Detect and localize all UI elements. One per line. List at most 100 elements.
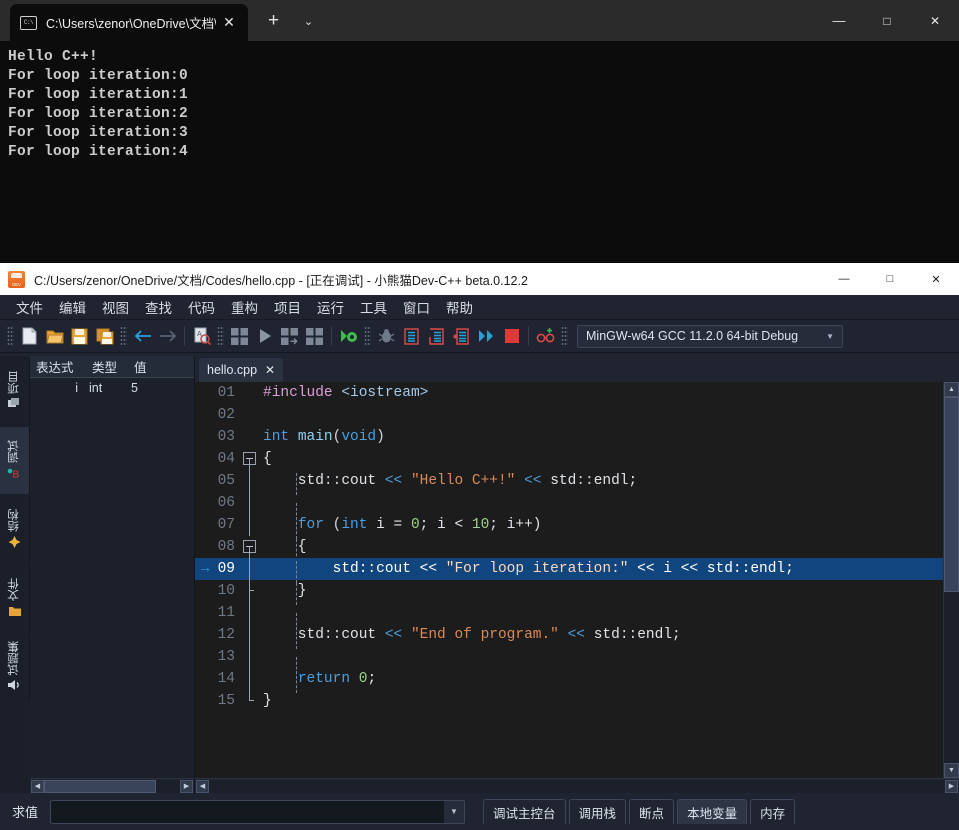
evaluate-combobox[interactable]: ▼ [50, 799, 466, 824]
scroll-track[interactable] [209, 779, 945, 793]
menu-view[interactable]: 视图 [94, 294, 137, 320]
fold-column[interactable] [241, 624, 259, 646]
toolbar-grip[interactable] [561, 326, 568, 346]
code-line[interactable]: 04 { [195, 448, 943, 470]
tab-breakpoints[interactable]: 断点 [629, 799, 675, 824]
watch-rows[interactable]: i int 5 [30, 378, 194, 778]
fold-column[interactable] [241, 690, 259, 712]
scroll-right-icon[interactable]: ▶ [945, 779, 958, 793]
watch-column-value[interactable]: 值 [128, 357, 194, 376]
fold-column[interactable] [241, 382, 259, 404]
scroll-track[interactable] [44, 779, 180, 793]
menu-run[interactable]: 运行 [309, 294, 352, 320]
fold-column[interactable] [241, 470, 259, 492]
code-line[interactable]: 11 [195, 602, 943, 635]
code-line[interactable]: 07 for (int i = 0; i < 10; i++) [195, 514, 943, 539]
back-button[interactable] [131, 325, 154, 348]
console-tab[interactable]: C:\ C:\Users\zenor\OneDrive\文档\ ✕ [10, 4, 248, 41]
new-tab-button[interactable]: + [260, 8, 287, 34]
close-icon[interactable]: ✕ [265, 363, 275, 377]
find-button[interactable]: A [190, 325, 213, 348]
step-into-button[interactable] [425, 325, 448, 348]
fold-column[interactable] [241, 492, 259, 514]
step-out-button[interactable] [450, 325, 473, 348]
close-icon[interactable]: ✕ [216, 10, 242, 36]
menu-help[interactable]: 帮助 [438, 294, 481, 320]
continue-button[interactable] [475, 325, 498, 348]
editor-vertical-scrollbar[interactable]: ▲ ▼ [943, 382, 959, 778]
sidebar-item-structure[interactable]: 结构 [0, 496, 30, 563]
console-close-button[interactable]: ✕ [911, 0, 959, 41]
scroll-thumb[interactable] [44, 779, 156, 793]
menu-window[interactable]: 窗口 [395, 294, 438, 320]
editor-horizontal-scrollbar[interactable]: ◀ ▶ [195, 778, 959, 793]
fold-column[interactable] [241, 514, 259, 536]
code-line[interactable]: 03 int main(void) [195, 426, 943, 448]
tab-hello-cpp[interactable]: hello.cpp ✕ [199, 358, 284, 382]
toolbar-grip[interactable] [7, 326, 14, 346]
table-row[interactable]: i int 5 [30, 378, 194, 398]
fold-column[interactable] [241, 558, 259, 580]
rebuild-gear-button[interactable] [337, 325, 360, 348]
stop-debug-button[interactable] [500, 325, 523, 348]
code-line[interactable]: 15} [195, 690, 943, 712]
sidebar-item-debug[interactable]: 调试 B [0, 427, 30, 494]
console-output[interactable]: Hello C++! For loop iteration:0 For loop… [0, 41, 959, 263]
code-line[interactable]: 10 } [195, 580, 943, 605]
tab-debug-console[interactable]: 调试主控台 [483, 799, 566, 824]
save-all-button[interactable] [93, 325, 116, 348]
code-line[interactable]: 09 → std::cout << "For loop iteration:" <… [195, 558, 943, 583]
sidebar-item-project[interactable]: 项目 [0, 358, 30, 425]
menu-project[interactable]: 项目 [266, 294, 309, 320]
toolbar-grip[interactable] [217, 326, 224, 346]
watch-column-type[interactable]: 类型 [86, 357, 128, 376]
scroll-left-icon[interactable]: ◀ [31, 779, 44, 793]
tab-call-stack[interactable]: 调用栈 [568, 799, 627, 824]
scroll-left-icon[interactable]: ◀ [196, 779, 209, 793]
watch-column-expression[interactable]: 表达式 [30, 357, 86, 376]
compile-run-button[interactable] [303, 325, 326, 348]
code-line[interactable]: 13 [195, 646, 943, 679]
menu-edit[interactable]: 编辑 [51, 294, 94, 320]
code-line[interactable]: 14 return 0; [195, 668, 943, 693]
toolbar-grip[interactable] [364, 326, 371, 346]
forward-button[interactable] [156, 325, 179, 348]
add-watch-button[interactable] [534, 325, 557, 348]
open-folder-button[interactable] [43, 325, 66, 348]
fold-column[interactable] [241, 426, 259, 448]
fold-column[interactable] [241, 536, 259, 558]
code-line[interactable]: 01 #include <iostream> [195, 382, 943, 404]
stop-exec-button[interactable] [278, 325, 301, 348]
watch-horizontal-scrollbar[interactable]: ◀ ▶ [30, 778, 194, 793]
fold-column[interactable] [241, 668, 259, 690]
fold-column[interactable] [241, 404, 259, 426]
tab-memory[interactable]: 内存 [750, 799, 796, 824]
chevron-down-icon[interactable]: ▼ [444, 800, 465, 823]
toolbar-grip[interactable] [120, 326, 127, 346]
code-line[interactable]: 05 std::cout << "Hello C++!" << std::end… [195, 470, 943, 495]
code-line[interactable]: 08 { [195, 536, 943, 561]
menu-file[interactable]: 文件 [8, 294, 51, 320]
compile-button[interactable] [228, 325, 251, 348]
console-minimize-button[interactable]: — [815, 0, 863, 41]
menu-search[interactable]: 查找 [137, 294, 180, 320]
new-file-button[interactable] [18, 325, 41, 348]
compiler-set-dropdown[interactable]: MinGW-w64 GCC 11.2.0 64-bit Debug ▼ [577, 324, 843, 348]
scroll-up-icon[interactable]: ▲ [944, 382, 959, 397]
code-editor[interactable]: 01 #include <iostream> 02 03 int main(void) 0… [195, 382, 943, 778]
ide-minimize-button[interactable]: — [821, 263, 867, 295]
console-maximize-button[interactable]: □ [863, 0, 911, 41]
fold-column[interactable] [241, 448, 259, 470]
code-line[interactable]: 12 std::cout << "End of program." << std… [195, 624, 943, 649]
scroll-track[interactable] [944, 397, 959, 763]
ide-maximize-button[interactable]: □ [867, 263, 913, 295]
scroll-right-icon[interactable]: ▶ [180, 779, 193, 793]
debug-button[interactable] [375, 325, 398, 348]
tab-local-variables[interactable]: 本地变量 [677, 799, 748, 824]
scroll-thumb[interactable] [944, 397, 959, 592]
code-line[interactable]: 06 [195, 492, 943, 525]
sidebar-item-problem-set[interactable]: 试题集 [0, 634, 30, 701]
fold-column[interactable] [241, 602, 259, 624]
menu-refactor[interactable]: 重构 [223, 294, 266, 320]
save-button[interactable] [68, 325, 91, 348]
